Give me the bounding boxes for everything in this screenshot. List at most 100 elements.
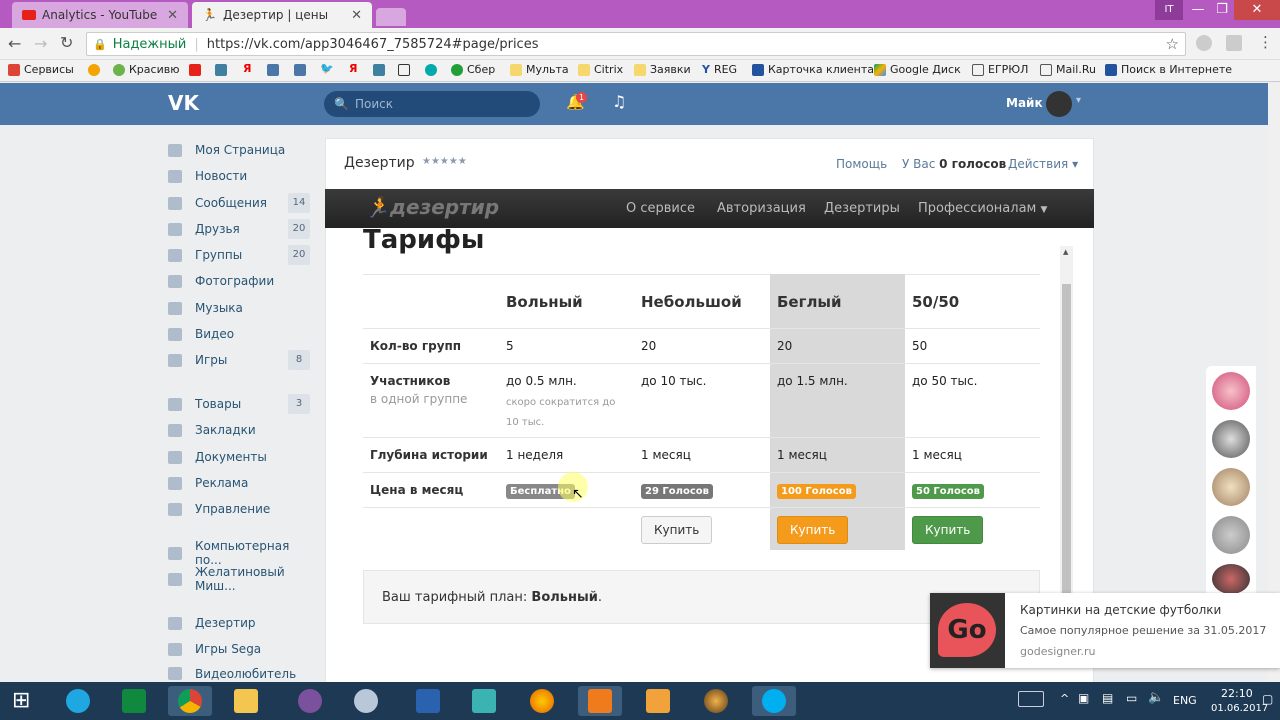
keyboard-icon[interactable] xyxy=(1018,691,1044,707)
skype-taskbar-button[interactable] xyxy=(752,686,796,716)
menu-bookmarks[interactable]: Закладки xyxy=(168,420,310,440)
scroll-up-icon[interactable]: ▲ xyxy=(1063,248,1068,256)
app-scrollbar[interactable]: ▲ xyxy=(1060,246,1073,596)
bookmark-icon[interactable] xyxy=(215,64,227,76)
nav-about[interactable]: О сервисе xyxy=(626,201,695,216)
help-link[interactable]: Помощь xyxy=(836,157,887,171)
menu-friends[interactable]: Друзья 20 xyxy=(168,219,310,239)
menu-app-video[interactable]: Видеолюбитель xyxy=(168,665,310,682)
network-icon[interactable]: ▭ xyxy=(1126,691,1137,705)
friend-avatar[interactable] xyxy=(1212,420,1250,458)
close-window-icon[interactable]: ✕ xyxy=(1234,0,1280,20)
avatar[interactable] xyxy=(1046,91,1072,117)
forward-icon[interactable]: → xyxy=(34,34,47,53)
close-tab-icon[interactable]: ✕ xyxy=(167,8,178,23)
menu-news[interactable]: Новости xyxy=(168,166,310,186)
dezertir-logo[interactable]: 🏃дезертир xyxy=(365,195,499,219)
friend-avatar[interactable] xyxy=(1212,372,1250,410)
bookmark-search[interactable]: Поиск в Интернете xyxy=(1105,63,1232,76)
volume-icon[interactable]: 🔈 xyxy=(1148,690,1164,705)
bookmark-sber[interactable]: Сбер xyxy=(451,63,495,76)
menu-music[interactable]: Музыка xyxy=(168,298,310,318)
ad-notification[interactable]: Go Картинки на детские футболки Самое по… xyxy=(930,593,1280,668)
menu-app-dezertir[interactable]: Дезертир xyxy=(168,613,310,633)
user-name[interactable]: Майк xyxy=(1006,96,1043,110)
scrollbar-thumb[interactable] xyxy=(1062,284,1071,596)
extension-icon[interactable] xyxy=(1196,35,1212,51)
menu-video[interactable]: Видео xyxy=(168,324,310,344)
recorder-taskbar-button[interactable] xyxy=(578,686,622,716)
bookmark-reg[interactable]: Y REG xyxy=(702,63,737,76)
menu-groups[interactable]: Группы 20 xyxy=(168,245,310,265)
yandex-icon[interactable]: Я xyxy=(349,62,357,75)
address-box[interactable]: 🔒 Надежный | https://vk.com/app3046467_7… xyxy=(86,32,1186,56)
bookmark-multa[interactable]: Мульта xyxy=(510,63,569,76)
reload-icon[interactable]: ↻ xyxy=(60,33,73,52)
network-taskbar-button[interactable] xyxy=(406,686,450,716)
app-taskbar-button[interactable] xyxy=(694,686,738,716)
star-icon[interactable]: ☆ xyxy=(1166,35,1179,53)
menu-photos[interactable]: Фотографии xyxy=(168,271,310,291)
chevron-up-icon[interactable]: ^ xyxy=(1060,692,1069,705)
bookmark-icon[interactable] xyxy=(425,64,437,76)
firefox-taskbar-button[interactable] xyxy=(520,686,564,716)
app-name[interactable]: Дезертир xyxy=(344,155,415,171)
menu-icon[interactable]: ⋮ xyxy=(1258,33,1273,51)
explorer-taskbar-button[interactable] xyxy=(224,686,268,716)
store-taskbar-button[interactable] xyxy=(112,686,156,716)
menu-group-jelly[interactable]: Желатиновый Миш... xyxy=(168,565,310,593)
menu-my-page[interactable]: Моя Страница xyxy=(168,140,310,160)
app-taskbar-button[interactable] xyxy=(462,686,506,716)
friend-avatar[interactable] xyxy=(1212,516,1250,554)
actions-dropdown[interactable]: Действия ▾ xyxy=(1008,157,1078,171)
new-tab-button[interactable] xyxy=(376,8,406,26)
chevron-down-icon[interactable]: ▾ xyxy=(1076,95,1081,106)
ie-taskbar-button[interactable] xyxy=(56,686,100,716)
app-taskbar-button[interactable] xyxy=(344,686,388,716)
windows-start-icon[interactable]: ⊞ xyxy=(12,689,30,713)
chrome-taskbar-button[interactable] xyxy=(168,686,212,716)
menu-group-computer[interactable]: Компьютерная по... xyxy=(168,539,310,567)
app-taskbar-button[interactable] xyxy=(636,686,680,716)
tab-dezertir-prices[interactable]: 🏃 Дезертир | цены ✕ xyxy=(192,2,372,28)
menu-games[interactable]: Игры 8 xyxy=(168,350,310,370)
music-icon[interactable]: ♫ xyxy=(612,92,626,111)
back-icon[interactable]: ← xyxy=(8,34,21,53)
twitter-icon[interactable]: 🐦 xyxy=(320,62,334,75)
friend-avatar[interactable] xyxy=(1212,468,1250,506)
notifications-icon[interactable]: ▢ xyxy=(1262,692,1273,706)
menu-ads[interactable]: Реклама xyxy=(168,473,310,493)
vk-search-input[interactable]: 🔍 Поиск xyxy=(324,91,540,117)
profile-badge[interactable]: IT xyxy=(1155,0,1183,20)
bookmark-services[interactable]: Сервисы xyxy=(8,63,74,76)
vk-icon[interactable] xyxy=(267,64,279,76)
buy-button-fugitive[interactable]: Купить xyxy=(777,516,849,544)
extension-icon[interactable] xyxy=(1226,35,1242,51)
bookmark-mailru[interactable]: Mail.Ru xyxy=(1040,63,1096,76)
menu-manage[interactable]: Управление xyxy=(168,499,310,519)
youtube-icon[interactable] xyxy=(189,64,201,76)
bookmark-zayavki[interactable]: Заявки xyxy=(634,63,691,76)
tab-youtube-analytics[interactable]: Analytics - YouTube ✕ xyxy=(12,2,188,28)
vk-logo-icon[interactable]: VK xyxy=(168,91,199,115)
yandex-icon[interactable]: Я xyxy=(243,62,251,75)
menu-messages[interactable]: Сообщения 14 xyxy=(168,193,310,213)
buy-button-small[interactable]: Купить xyxy=(641,516,713,544)
bookmark-kartochka[interactable]: Карточка клиента xyxy=(752,63,874,76)
friend-avatar[interactable] xyxy=(1212,564,1250,594)
buy-button-5050[interactable]: Купить xyxy=(912,516,984,544)
bookmark-icon[interactable] xyxy=(294,64,306,76)
bookmark-icon[interactable] xyxy=(88,64,100,76)
viber-taskbar-button[interactable] xyxy=(288,686,332,716)
bookmark-icon[interactable] xyxy=(398,64,410,76)
restore-icon[interactable]: ❐ xyxy=(1208,0,1236,20)
bookmark-citrix[interactable]: Citrix xyxy=(578,63,623,76)
bookmark-egrul[interactable]: ЕГРЮЛ xyxy=(972,63,1028,76)
clock-date[interactable]: 01.06.2017 xyxy=(1211,703,1268,714)
nav-deserters[interactable]: Дезертиры xyxy=(824,201,900,216)
menu-app-sega[interactable]: Игры Sega xyxy=(168,639,310,659)
bookmark-google-drive[interactable]: Google Диск xyxy=(874,63,961,76)
language-indicator[interactable]: ENG xyxy=(1173,694,1197,707)
close-tab-icon[interactable]: ✕ xyxy=(351,8,362,23)
tray-icon[interactable]: ▤ xyxy=(1102,691,1113,705)
